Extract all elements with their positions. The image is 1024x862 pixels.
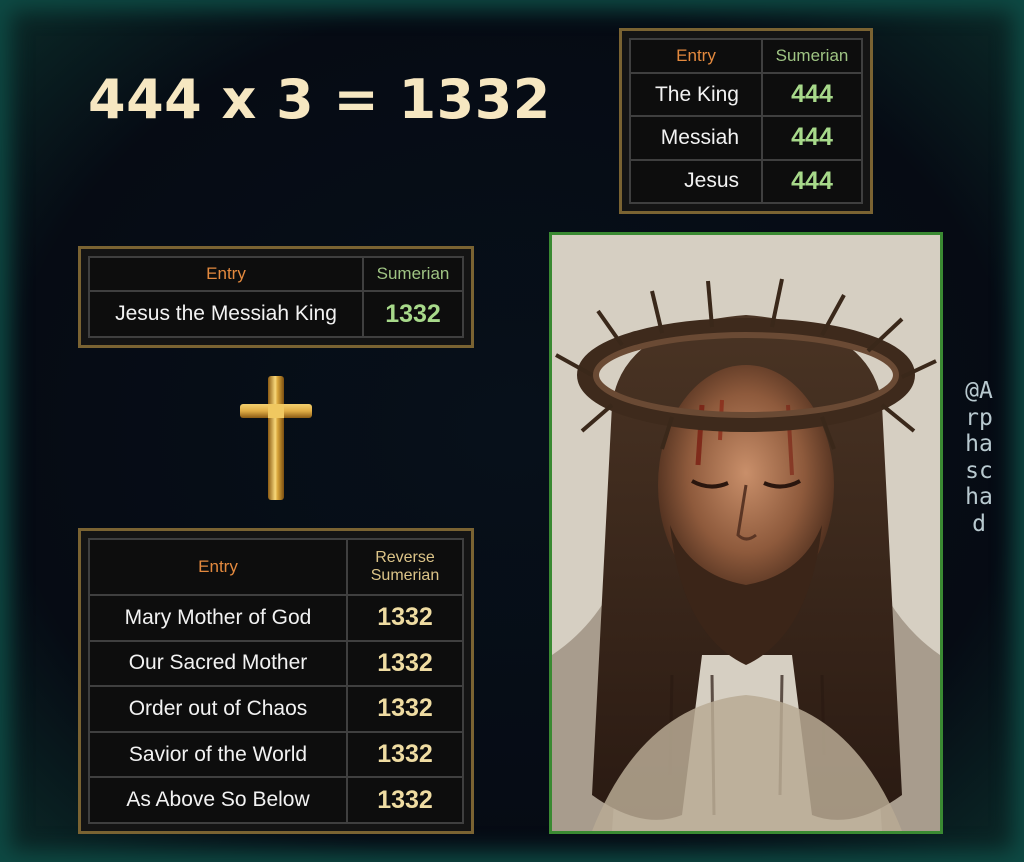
reverse-sumerian-table: Entry Reverse Sumerian Mary Mother of Go…	[78, 528, 474, 834]
table-row-entry: Jesus	[629, 158, 763, 205]
crown-of-thorns-portrait	[549, 232, 943, 834]
table-row-value: 1332	[346, 776, 464, 824]
table-row-value: 1332	[346, 639, 464, 688]
header-sumerian: Sumerian	[761, 38, 863, 74]
table-row-entry: Savior of the World	[88, 730, 348, 779]
cross-icon	[238, 374, 314, 502]
table-row-value: 1332	[362, 290, 464, 338]
author-handle: @Arphaschad	[965, 378, 993, 537]
header-entry: Entry	[629, 38, 763, 74]
header-line: Reverse	[375, 549, 435, 566]
table-row-value: 444	[761, 71, 863, 118]
sumerian-table-middle: Entry Sumerian Jesus the Messiah King 13…	[78, 246, 474, 348]
table-row-value: 1332	[346, 730, 464, 779]
header-sumerian: Sumerian	[362, 256, 464, 292]
table-row-entry: As Above So Below	[88, 776, 348, 824]
table-row-entry: Our Sacred Mother	[88, 639, 348, 688]
header-entry: Entry	[88, 256, 364, 292]
table-row-value: 444	[761, 158, 863, 205]
sumerian-table-top: Entry Sumerian The King 444 Messiah 444 …	[619, 28, 873, 214]
table-row-entry: Messiah	[629, 115, 763, 161]
equation-headline: 444 x 3 = 1332	[88, 68, 551, 131]
table-row-entry: Mary Mother of God	[88, 594, 348, 642]
table-row-value: 1332	[346, 594, 464, 642]
table-row-value: 1332	[346, 685, 464, 733]
table-row-entry: The King	[629, 71, 763, 118]
table-row-entry: Jesus the Messiah King	[88, 290, 364, 338]
header-entry: Entry	[88, 538, 348, 596]
header-line: Sumerian	[370, 567, 440, 584]
header-reverse-sumerian: Reverse Sumerian	[346, 538, 464, 596]
table-row-entry: Order out of Chaos	[88, 685, 348, 733]
table-row-value: 444	[761, 115, 863, 161]
